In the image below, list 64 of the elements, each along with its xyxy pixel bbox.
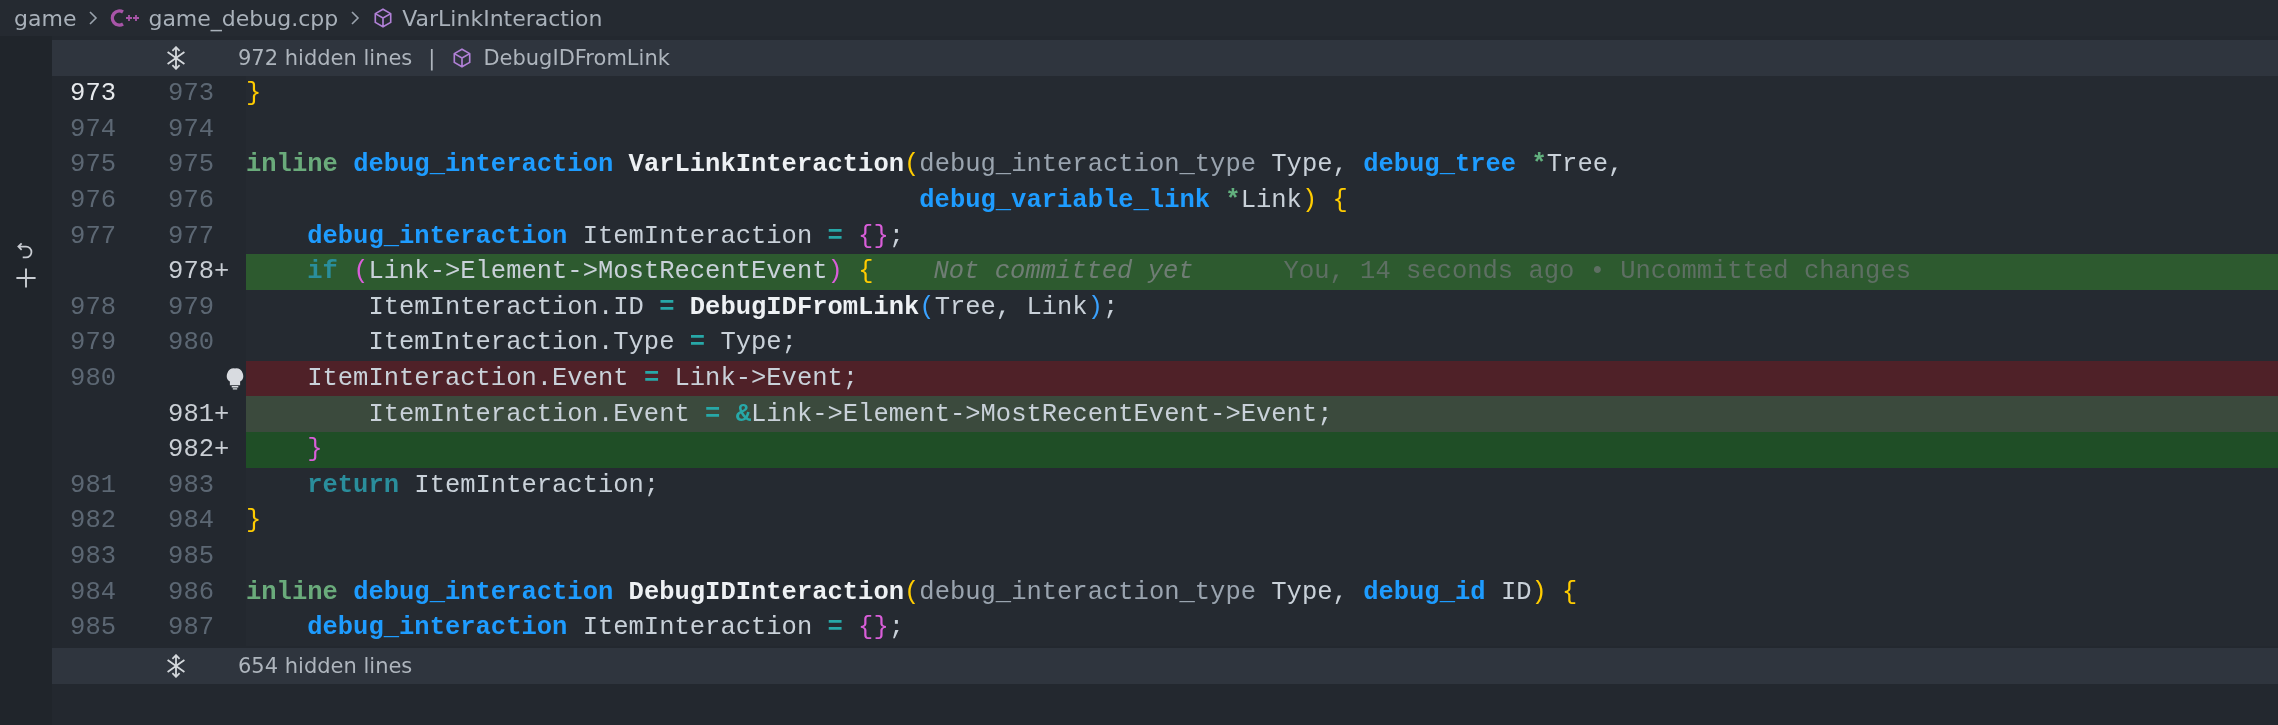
chevron-icon xyxy=(88,10,99,26)
line-number: 979 xyxy=(168,292,214,322)
line-number: 978 xyxy=(168,257,214,287)
line-number: 982 xyxy=(70,506,116,536)
code-line: debug_interaction ItemInteraction = {}; xyxy=(306,221,905,251)
line-number: 987 xyxy=(168,613,214,643)
code-line: inline debug_interaction DebugIDInteraction(debug_interaction_type Type, debug_id ID) { xyxy=(246,577,1578,607)
code-line: inline debug_interaction VarLinkInteraction(debug_interaction_type Type, debug_tree *Tree, xyxy=(246,150,1624,180)
line-number: 985 xyxy=(168,542,214,571)
hidden-lines-bar[interactable]: 972 hidden lines | DebugIDFromLink xyxy=(52,40,2278,76)
added-sign: + xyxy=(214,435,230,465)
line-number: 973 xyxy=(70,79,116,109)
hidden-lines-label: 654 hidden lines xyxy=(238,653,413,678)
breadcrumb-item[interactable]: game_debug.cpp xyxy=(148,5,339,31)
line-number: 985 xyxy=(70,613,116,643)
plus-icon[interactable] xyxy=(14,266,38,290)
line-number: 977 xyxy=(168,221,214,251)
line-number: 974 xyxy=(70,114,116,144)
line-number: 976 xyxy=(70,186,116,216)
code-line: ItemInteraction.ID = DebugIDFromLink(Tree, Link); xyxy=(367,292,1119,322)
line-number: 984 xyxy=(70,577,116,607)
code-line: } xyxy=(306,435,323,465)
code-line: ItemInteraction.Event = &Link->Element->MostRecentEvent->Event; xyxy=(367,399,1333,429)
separator: | xyxy=(428,46,436,70)
line-number: 975 xyxy=(168,150,214,180)
symbol-name[interactable]: DebugIDFromLink xyxy=(483,46,670,70)
line-number: 978 xyxy=(70,292,116,322)
code-line: if (Link->Element->MostRecentEvent) { xyxy=(306,257,874,287)
unfold-icon[interactable] xyxy=(164,653,188,678)
unfold-icon[interactable] xyxy=(164,46,188,70)
code-line: ItemInteraction.Event = Link->Event; xyxy=(306,364,859,394)
code-line: } xyxy=(246,506,262,536)
breadcrumb-item[interactable]: VarLinkInteraction xyxy=(402,5,603,31)
chevron-icon xyxy=(350,10,361,26)
line-number: 986 xyxy=(168,577,214,607)
added-sign: + xyxy=(214,257,230,287)
line-number: 980 xyxy=(70,364,116,394)
blame-annotation: Not committed yet xyxy=(933,257,1194,287)
code-line: debug_interaction ItemInteraction = {}; xyxy=(306,613,905,643)
cube-icon xyxy=(372,7,395,29)
line-number: 984 xyxy=(168,506,214,536)
line-number: 977 xyxy=(70,221,116,251)
added-sign: + xyxy=(214,399,230,429)
cube-icon xyxy=(451,47,474,69)
line-number: 976 xyxy=(168,186,214,216)
line-number: 974 xyxy=(168,114,214,144)
line-number: 975 xyxy=(70,150,116,180)
line-number: 981 xyxy=(168,399,214,429)
code-line: ItemInteraction.Type = Type; xyxy=(367,328,797,358)
code-line: debug_variable_link *Link) { xyxy=(918,186,1348,216)
code-line: } xyxy=(246,79,262,109)
cpp-file-icon xyxy=(110,8,141,28)
lightbulb-icon[interactable] xyxy=(226,367,244,390)
hidden-lines-bar[interactable]: 654 hidden lines xyxy=(52,647,2278,684)
code-line: return ItemInteraction; xyxy=(306,470,660,500)
line-number: 981 xyxy=(70,470,116,500)
line-number: 983 xyxy=(70,542,116,571)
hidden-lines-label: 972 hidden lines xyxy=(238,46,413,70)
line-number: 979 xyxy=(70,328,116,358)
line-number: 983 xyxy=(168,470,214,500)
line-number: 980 xyxy=(168,328,214,358)
line-number: 973 xyxy=(168,79,214,109)
breadcrumb-item[interactable]: game xyxy=(14,5,77,31)
line-number: 982 xyxy=(168,435,214,465)
